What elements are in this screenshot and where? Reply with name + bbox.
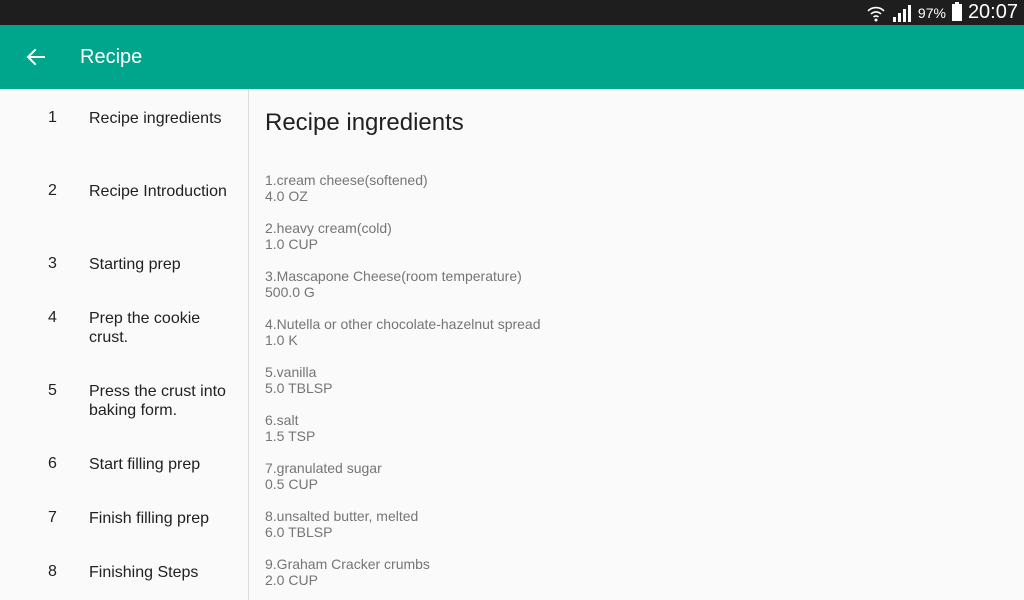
step-label: Press the crust into baking form.: [89, 383, 226, 419]
clock: 20:07: [967, 1, 1018, 23]
ingredient-amount: 1.0 K: [265, 332, 298, 348]
ingredient-name: 2.heavy cream(cold): [265, 220, 392, 236]
ingredient-item: 1.cream cheese(softened) 4.0 OZ: [265, 172, 428, 204]
step-item-6[interactable]: 6 Start filling prep: [0, 455, 248, 495]
ingredient-amount: 4.0 OZ: [265, 188, 308, 204]
step-label: Finishing Steps: [89, 564, 199, 581]
ingredients-panel: Recipe ingredients 1.cream cheese(soften…: [249, 89, 1024, 600]
arrow-back-icon: [26, 48, 45, 66]
step-label: Start filling prep: [89, 456, 201, 473]
step-number: 7: [48, 509, 57, 526]
step-label: Starting prep: [89, 256, 181, 273]
app-bar-title: Recipe: [80, 46, 143, 68]
ingredient-item: 6.salt 1.5 TSP: [265, 412, 315, 444]
step-item-4[interactable]: 4 Prep the cookie crust.: [0, 309, 248, 361]
ingredient-amount: 500.0 G: [265, 284, 315, 300]
step-item-7[interactable]: 7 Finish filling prep: [0, 509, 248, 549]
ingredient-item: 9.Graham Cracker crumbs 2.0 CUP: [265, 556, 430, 588]
ingredient-name: 4.Nutella or other chocolate-hazelnut sp…: [265, 316, 541, 332]
app-bar: Recipe: [0, 25, 1024, 89]
battery-icon: [951, 2, 962, 21]
ingredient-name: 8.unsalted butter, melted: [265, 508, 419, 524]
ingredient-item: 5.vanilla 5.0 TBLSP: [265, 364, 332, 396]
step-item-8[interactable]: 8 Finishing Steps: [0, 563, 248, 597]
signal-icon: [892, 4, 911, 22]
step-number: 5: [48, 382, 57, 399]
ingredient-amount: 5.0 TBLSP: [265, 380, 333, 396]
ingredient-name: 6.salt: [265, 412, 299, 428]
ingredient-name: 3.Mascapone Cheese(room temperature): [265, 268, 522, 284]
step-number: 4: [48, 309, 57, 326]
step-number: 3: [48, 255, 57, 272]
step-item-1[interactable]: 1 Recipe ingredients: [0, 109, 248, 161]
step-item-2[interactable]: 2 Recipe Introduction: [0, 182, 248, 234]
page-title: Recipe ingredients: [265, 109, 464, 136]
ingredient-name: 7.granulated sugar: [265, 460, 382, 476]
status-bar: 97% 20:07: [0, 0, 1024, 25]
steps-sidebar: 1 Recipe ingredients 2 Recipe Introducti…: [0, 89, 249, 600]
ingredient-item: 7.granulated sugar 0.5 CUP: [265, 460, 382, 492]
step-item-3[interactable]: 3 Starting prep: [0, 255, 248, 295]
ingredient-item: 2.heavy cream(cold) 1.0 CUP: [265, 220, 392, 252]
step-number: 1: [48, 109, 57, 126]
step-number: 8: [48, 563, 57, 580]
ingredient-amount: 6.0 TBLSP: [265, 524, 333, 540]
step-label: Recipe Introduction: [89, 183, 227, 200]
ingredient-amount: 0.5 CUP: [265, 476, 318, 492]
ingredient-item: 3.Mascapone Cheese(room temperature) 500…: [265, 268, 522, 300]
ingredient-name: 5.vanilla: [265, 364, 317, 380]
step-number: 2: [48, 182, 57, 199]
ingredient-amount: 2.0 CUP: [265, 572, 318, 588]
ingredient-name: 1.cream cheese(softened): [265, 172, 428, 188]
ingredient-name: 9.Graham Cracker crumbs: [265, 556, 430, 572]
step-number: 6: [48, 455, 57, 472]
ingredient-amount: 1.5 TSP: [265, 428, 316, 444]
ingredient-item: 8.unsalted butter, melted 6.0 TBLSP: [265, 508, 418, 540]
status-icons: 97% 20:07: [866, 0, 1018, 25]
back-button[interactable]: [16, 37, 56, 77]
step-label: Recipe ingredients: [89, 110, 222, 127]
step-label: Prep the cookie crust.: [89, 310, 201, 346]
ingredient-amount: 1.0 CUP: [265, 236, 318, 252]
ingredient-item: 4.Nutella or other chocolate-hazelnut sp…: [265, 316, 541, 348]
battery-percent: 97%: [917, 4, 946, 21]
step-item-5[interactable]: 5 Press the crust into baking form.: [0, 382, 248, 434]
wifi-icon: [867, 6, 885, 21]
step-label: Finish filling prep: [89, 510, 210, 527]
